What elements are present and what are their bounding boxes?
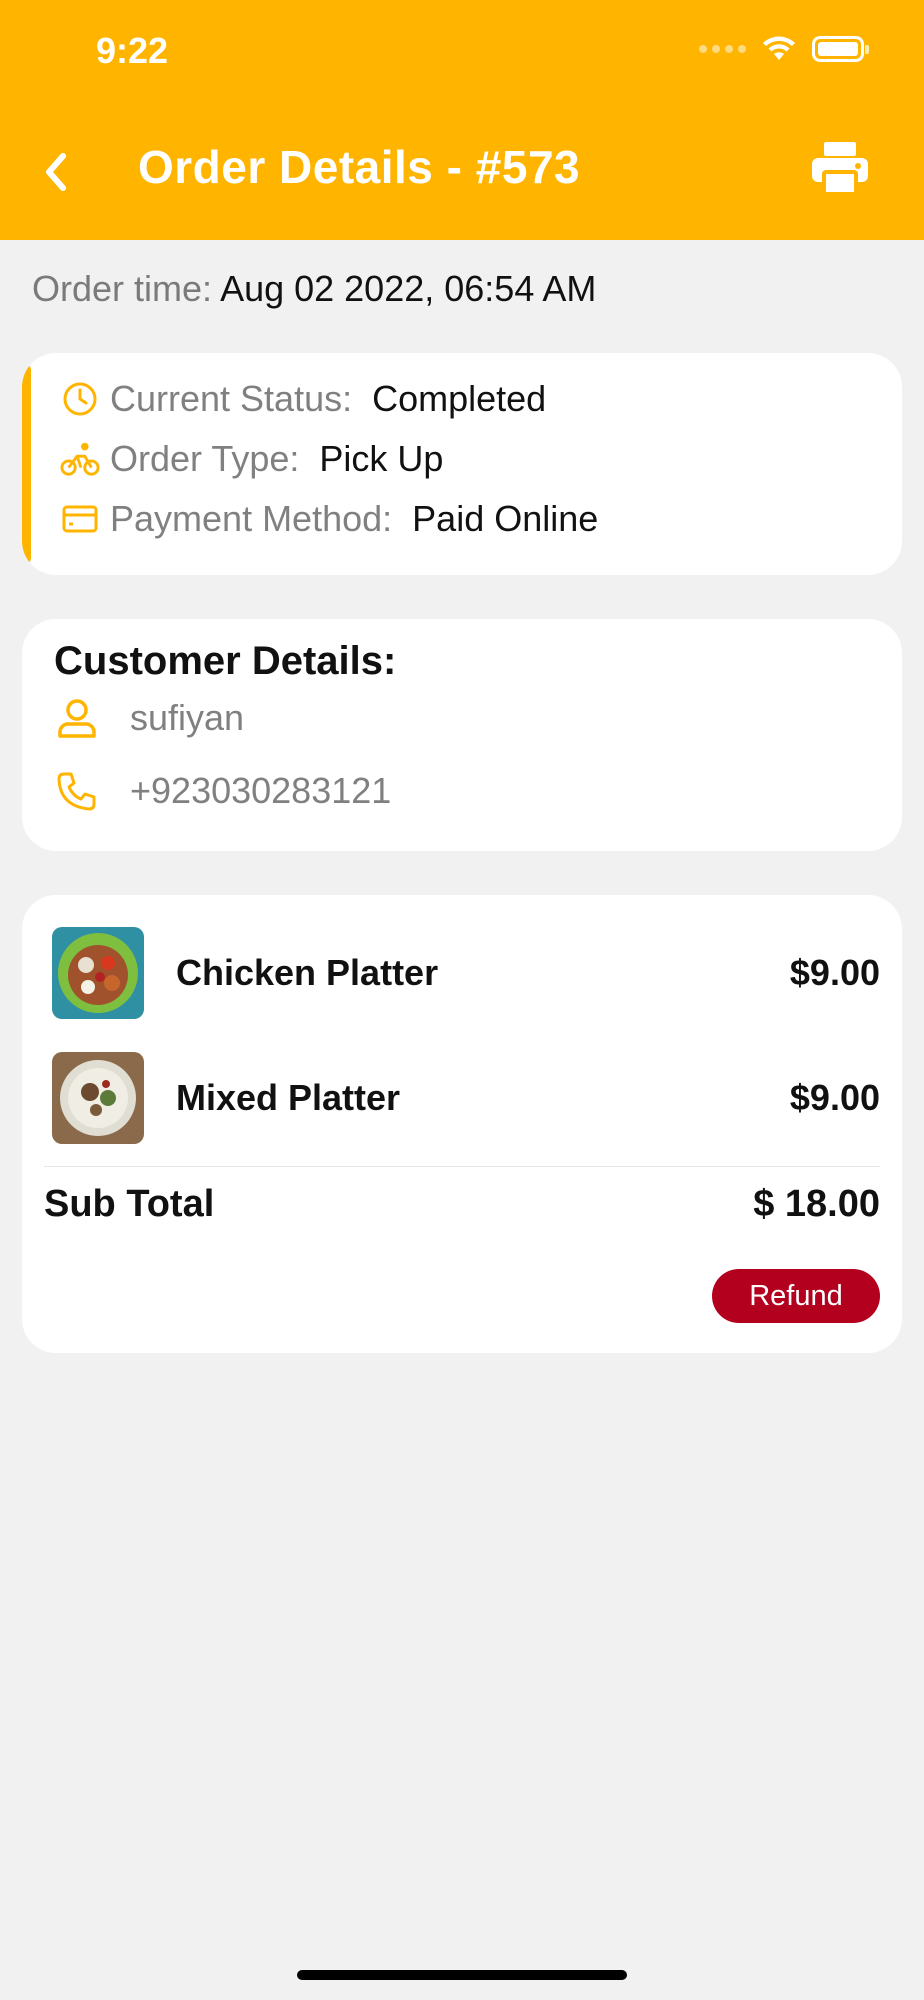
current-status-label: Current Status:: [110, 378, 353, 419]
bicycle-rider-icon: [60, 439, 100, 479]
phone-icon: [54, 768, 100, 814]
list-item: Mixed Platter $9.00: [52, 1052, 880, 1144]
app-header: 9:22 Order Details - #573: [0, 0, 924, 240]
status-bar-icons: [699, 36, 869, 62]
payment-method-label: Payment Method:: [110, 498, 393, 539]
customer-phone-row[interactable]: +923030283121: [54, 768, 391, 814]
current-status-row: Current Status: Completed: [60, 378, 546, 420]
mixed-platter-image: [52, 1052, 144, 1144]
list-item: Chicken Platter $9.00: [52, 927, 880, 1019]
customer-name-row: sufiyan: [54, 695, 244, 741]
chevron-left-icon: [46, 153, 66, 191]
customer-phone: +923030283121: [130, 770, 392, 811]
cellular-signal-icon: [699, 45, 746, 53]
printer-icon: [812, 142, 868, 196]
order-type-row: Order Type: Pick Up: [60, 438, 443, 480]
customer-name: sufiyan: [130, 697, 245, 738]
item-price: $9.00: [789, 1077, 880, 1118]
status-bar-time: 9:22: [96, 30, 169, 71]
chicken-platter-image: [52, 927, 144, 1019]
customer-details-title: Customer Details:: [54, 639, 397, 683]
status-card-accent: [22, 365, 31, 563]
credit-card-icon: [60, 499, 100, 539]
item-name: Mixed Platter: [176, 1077, 401, 1118]
print-button[interactable]: [810, 140, 870, 196]
order-time: Order time: Aug 02 2022, 06:54 AM: [32, 268, 596, 310]
order-time-label: Order time:: [32, 268, 213, 309]
subtotal-row: Sub Total $ 18.00: [44, 1183, 880, 1226]
user-icon: [54, 695, 100, 741]
home-indicator[interactable]: [297, 1970, 627, 1980]
subtotal-value: $ 18.00: [753, 1183, 880, 1225]
payment-method-row: Payment Method: Paid Online: [60, 498, 598, 540]
subtotal-label: Sub Total: [44, 1183, 215, 1225]
item-name: Chicken Platter: [176, 952, 439, 993]
order-time-value: Aug 02 2022, 06:54 AM: [220, 268, 597, 309]
battery-icon: [812, 36, 869, 62]
back-button[interactable]: [34, 145, 78, 199]
wifi-icon: [763, 36, 795, 60]
customer-card: Customer Details: sufiyan +923030283121: [22, 619, 902, 851]
order-type-label: Order Type:: [110, 438, 300, 479]
page-title: Order Details - #573: [138, 141, 581, 193]
payment-method-value: Paid Online: [412, 498, 599, 539]
items-divider: [44, 1166, 880, 1167]
order-type-value: Pick Up: [319, 438, 444, 479]
refund-button[interactable]: Refund: [712, 1269, 880, 1323]
clock-icon: [60, 379, 100, 419]
order-items-card: Chicken Platter $9.00 Mixed Platter $9.0…: [22, 895, 902, 1353]
current-status-value: Completed: [372, 378, 547, 419]
status-card: Current Status: Completed Order Type: Pi…: [22, 353, 902, 575]
item-price: $9.00: [789, 952, 880, 993]
